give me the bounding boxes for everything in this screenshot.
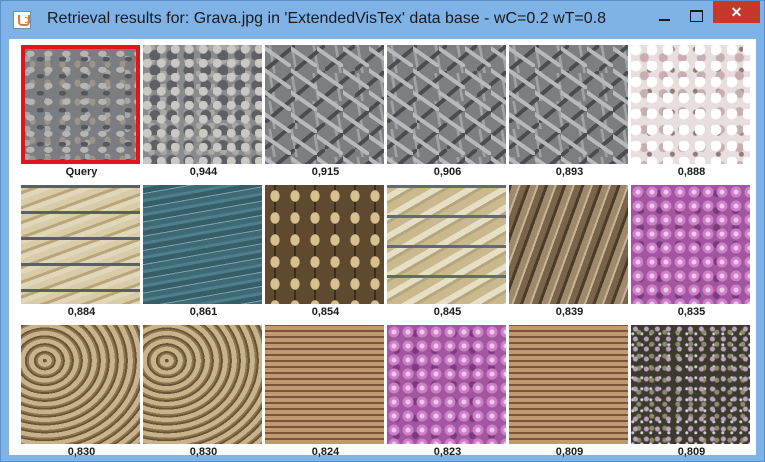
result-image-cell[interactable]: 0,884 (21, 185, 142, 322)
result-thumbnail[interactable] (631, 45, 750, 164)
result-image-cell[interactable]: 0,824 (265, 325, 386, 462)
similarity-score: 0,893 (555, 166, 584, 178)
result-thumbnail[interactable] (21, 185, 140, 304)
result-thumbnail[interactable] (509, 45, 628, 164)
similarity-score: 0,888 (677, 166, 706, 178)
similarity-score: 0,824 (311, 446, 340, 458)
query-image-cell[interactable]: Query (21, 45, 142, 182)
similarity-score: 0,830 (67, 446, 96, 458)
similarity-score: 0,884 (67, 306, 96, 318)
retrieval-results-window: Retrieval results for: Grava.jpg in 'Ext… (0, 0, 765, 462)
results-panel: Query 0,944 0,915 0,906 0,893 0,888 0,884 0,861… (9, 39, 756, 458)
close-button[interactable]: ✕ (713, 1, 760, 23)
result-thumbnail[interactable] (387, 45, 506, 164)
close-icon: ✕ (730, 3, 743, 20)
similarity-score: 0,830 (189, 446, 218, 458)
result-image-cell[interactable]: 0,915 (265, 45, 386, 182)
result-image-cell[interactable]: 0,944 (143, 45, 264, 182)
similarity-score: 0,835 (677, 306, 706, 318)
similarity-score: 0,839 (555, 306, 584, 318)
similarity-score: 0,944 (189, 166, 218, 178)
java-cup-icon (13, 11, 31, 29)
minimize-icon (658, 19, 670, 21)
similarity-score: 0,809 (677, 446, 706, 458)
result-thumbnail[interactable] (143, 325, 262, 444)
maximize-icon (689, 10, 703, 22)
similarity-score: 0,823 (433, 446, 462, 458)
result-image-cell[interactable]: 0,809 (631, 325, 752, 462)
result-image-cell[interactable]: 0,888 (631, 45, 752, 182)
result-thumbnail[interactable] (387, 325, 506, 444)
result-image-cell[interactable]: 0,906 (387, 45, 508, 182)
result-image-cell[interactable]: 0,835 (631, 185, 752, 322)
result-thumbnail[interactable] (509, 325, 628, 444)
title-bar[interactable]: Retrieval results for: Grava.jpg in 'Ext… (1, 1, 764, 39)
result-image-cell[interactable]: 0,823 (387, 325, 508, 462)
result-thumbnail[interactable] (143, 45, 262, 164)
result-image-cell[interactable]: 0,893 (509, 45, 630, 182)
similarity-score: 0,854 (311, 306, 340, 318)
result-thumbnail[interactable] (265, 45, 384, 164)
result-image-cell[interactable]: 0,861 (143, 185, 264, 322)
result-image-cell[interactable]: 0,809 (509, 325, 630, 462)
query-label: Query (65, 166, 98, 178)
results-grid: Query 0,944 0,915 0,906 0,893 0,888 0,884 0,861… (21, 45, 752, 462)
minimize-button[interactable] (649, 1, 679, 31)
similarity-score: 0,861 (189, 306, 218, 318)
result-thumbnail[interactable] (265, 185, 384, 304)
result-image-cell[interactable]: 0,854 (265, 185, 386, 322)
result-thumbnail[interactable] (387, 185, 506, 304)
result-thumbnail[interactable] (631, 185, 750, 304)
maximize-button[interactable] (681, 1, 711, 31)
result-image-cell[interactable]: 0,839 (509, 185, 630, 322)
result-image-cell[interactable]: 0,830 (21, 325, 142, 462)
result-thumbnail[interactable] (509, 185, 628, 304)
similarity-score: 0,906 (433, 166, 462, 178)
similarity-score: 0,809 (555, 446, 584, 458)
result-thumbnail[interactable] (21, 325, 140, 444)
similarity-score: 0,915 (311, 166, 340, 178)
query-image[interactable] (21, 45, 140, 164)
window-title: Retrieval results for: Grava.jpg in 'Ext… (47, 10, 606, 27)
result-image-cell[interactable]: 0,845 (387, 185, 508, 322)
result-image-cell[interactable]: 0,830 (143, 325, 264, 462)
result-thumbnail[interactable] (143, 185, 262, 304)
similarity-score: 0,845 (433, 306, 462, 318)
result-thumbnail[interactable] (265, 325, 384, 444)
result-thumbnail[interactable] (631, 325, 750, 444)
